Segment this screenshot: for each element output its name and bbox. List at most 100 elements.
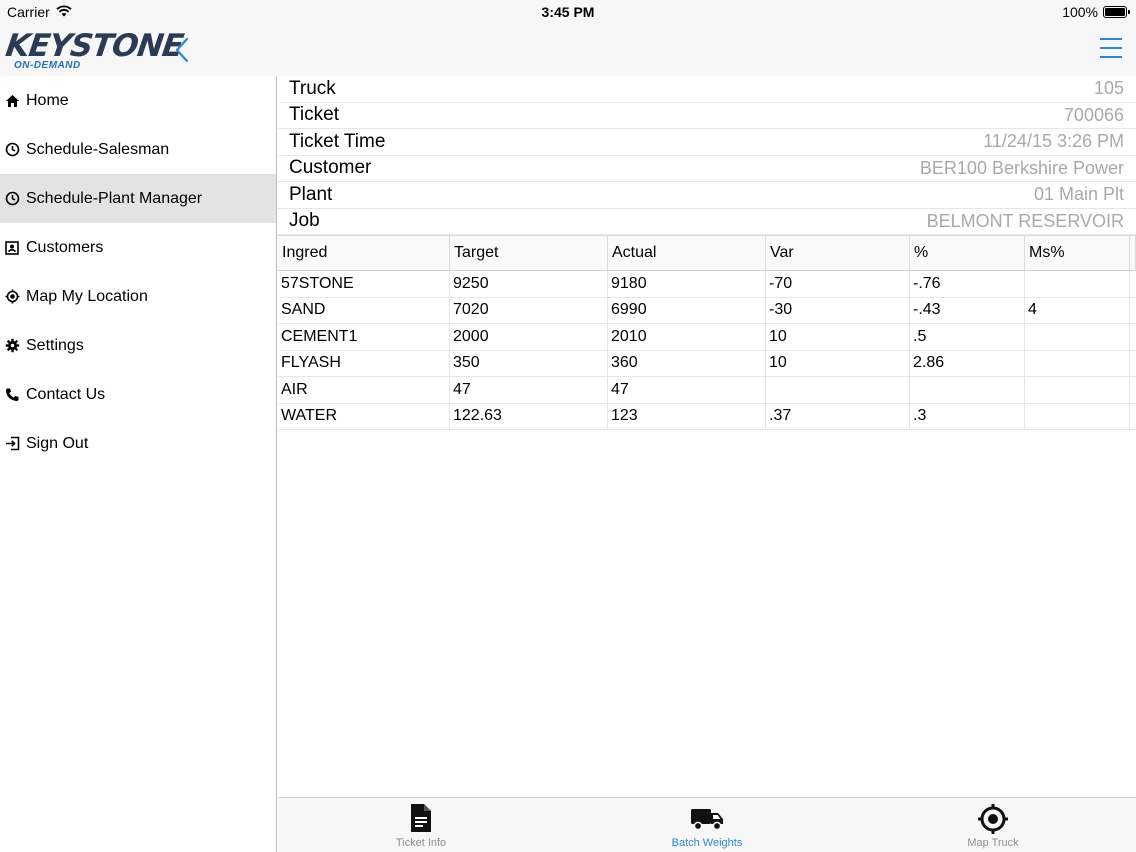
sidebar-item-schedule-plant-manager[interactable]: Schedule-Plant Manager — [0, 174, 276, 223]
table-row[interactable]: 57STONE 9250 9180 -70 -.76 — [278, 271, 1136, 298]
field-label: Customer — [289, 157, 372, 179]
map-target-icon — [850, 803, 1136, 834]
table-header: Ingred Target Actual Var % Ms% — [278, 235, 1136, 271]
table-cell: -.43 — [910, 297, 1025, 323]
field-value: BELMONT RESERVOIR — [926, 210, 1124, 231]
table-cell: -.76 — [910, 271, 1025, 297]
tab-bar: Ticket Info Batch Weights Map Truck — [278, 797, 1136, 852]
table-cell: 47 — [608, 377, 766, 403]
tab-label: Ticket Info — [395, 837, 447, 849]
location-target-icon — [4, 289, 20, 305]
sidebar-item-label: Schedule-Plant Manager — [26, 189, 203, 207]
status-bar: Carrier 3:45 PM 100% — [0, 0, 1136, 24]
clock-time: 3:45 PM — [541, 4, 595, 20]
table-cell: WATER — [278, 403, 450, 429]
keystone-logo: KEYSTONE ON-DEMAND — [3, 28, 185, 72]
sidebar-item-map-my-location[interactable]: Map My Location — [0, 272, 276, 321]
table-cell — [1025, 324, 1130, 350]
table-cell: 122.63 — [450, 403, 608, 429]
sidebar: Home Schedule-Salesman Schedule-Plant Ma… — [0, 76, 277, 852]
logo-text: KEYSTONE — [3, 28, 186, 64]
batch-weights-table: Ingred Target Actual Var % Ms% 57STONE 9… — [278, 235, 1136, 430]
field-value: 700066 — [1063, 104, 1124, 125]
table-cell: 2.86 — [910, 350, 1025, 376]
table-cell: SAND — [278, 297, 450, 323]
column-header[interactable]: Var — [766, 236, 910, 270]
table-cell: .3 — [910, 403, 1025, 429]
table-cell — [1025, 403, 1130, 429]
back-button[interactable] — [171, 34, 193, 66]
sidebar-item-label: Map My Location — [26, 287, 148, 305]
ticket-detail: Truck 105 Ticket 700066 Ticket Time 11/2… — [278, 76, 1136, 852]
table-cell: 57STONE — [278, 271, 450, 297]
tab-batch-weights[interactable]: Batch Weights — [564, 798, 850, 852]
table-cell — [1025, 350, 1130, 376]
column-header-spacer — [1130, 236, 1136, 270]
column-header[interactable]: Ingred — [278, 236, 450, 270]
battery-icon — [1103, 6, 1130, 18]
table-cell: FLYASH — [278, 350, 450, 376]
table-cell: 360 — [608, 350, 766, 376]
tab-label: Map Truck — [967, 837, 1019, 849]
tab-ticket-info[interactable]: Ticket Info — [278, 798, 564, 852]
sidebar-item-label: Contact Us — [26, 385, 106, 403]
chevron-left-icon — [175, 37, 189, 63]
field-label: Ticket Time — [289, 130, 386, 152]
table-row[interactable]: CEMENT1 2000 2010 10 .5 — [278, 324, 1136, 351]
sidebar-item-label: Schedule-Salesman — [26, 140, 170, 158]
table-cell: 123 — [608, 403, 766, 429]
logo-subtext: ON-DEMAND — [14, 60, 81, 71]
field-value: 01 Main Plt — [1033, 184, 1124, 205]
table-cell: 6990 — [608, 297, 766, 323]
tab-map-truck[interactable]: Map Truck — [850, 798, 1136, 852]
field-label: Job — [289, 210, 320, 232]
menu-button[interactable] — [1100, 38, 1122, 62]
column-header[interactable]: Actual — [608, 236, 766, 270]
table-cell-spacer — [1130, 271, 1136, 297]
column-header[interactable]: % — [910, 236, 1025, 270]
table-cell: 4 — [1025, 297, 1130, 323]
table-cell: 2000 — [450, 324, 608, 350]
table-cell: CEMENT1 — [278, 324, 450, 350]
table-cell: 47 — [450, 377, 608, 403]
sidebar-item-home[interactable]: Home — [0, 76, 276, 125]
table-cell — [910, 377, 1025, 403]
table-cell: 9180 — [608, 271, 766, 297]
table-row[interactable]: AIR 47 47 — [278, 377, 1136, 404]
sidebar-item-sign-out[interactable]: Sign Out — [0, 419, 276, 468]
table-cell: 9250 — [450, 271, 608, 297]
sign-out-icon — [4, 436, 20, 452]
sidebar-item-label: Customers — [26, 238, 104, 256]
table-cell-spacer — [1130, 404, 1136, 430]
table-row[interactable]: FLYASH 350 360 10 2.86 — [278, 350, 1136, 377]
table-cell — [1025, 271, 1130, 297]
sidebar-item-label: Sign Out — [26, 434, 89, 452]
sidebar-item-settings[interactable]: Settings — [0, 321, 276, 370]
table-cell: -30 — [766, 297, 910, 323]
clock-icon — [4, 191, 20, 207]
sidebar-item-contact-us[interactable]: Contact Us — [0, 370, 276, 419]
table-cell-spacer — [1130, 298, 1136, 324]
column-header[interactable]: Target — [450, 236, 608, 270]
table-row[interactable]: SAND 7020 6990 -30 -.43 4 — [278, 297, 1136, 324]
clock-icon — [4, 142, 20, 158]
field-truck: Truck 105 — [278, 76, 1136, 103]
column-header[interactable]: Ms% — [1025, 236, 1130, 270]
nav-bar: KEYSTONE ON-DEMAND — [0, 24, 1136, 76]
table-cell: -70 — [766, 271, 910, 297]
table-cell: 7020 — [450, 297, 608, 323]
sidebar-item-customers[interactable]: Customers — [0, 223, 276, 272]
contact-card-icon — [4, 240, 20, 256]
tab-label: Batch Weights — [671, 837, 743, 849]
field-label: Ticket — [289, 104, 339, 126]
sidebar-item-schedule-salesman[interactable]: Schedule-Salesman — [0, 125, 276, 174]
table-cell: 350 — [450, 350, 608, 376]
table-cell-spacer — [1130, 351, 1136, 377]
table-cell-spacer — [1130, 377, 1136, 403]
table-row[interactable]: WATER 122.63 123 .37 .3 — [278, 403, 1136, 430]
home-icon — [4, 93, 20, 109]
table-cell: 2010 — [608, 324, 766, 350]
table-cell: AIR — [278, 377, 450, 403]
field-label: Plant — [289, 183, 333, 205]
field-value: 105 — [1093, 78, 1124, 99]
